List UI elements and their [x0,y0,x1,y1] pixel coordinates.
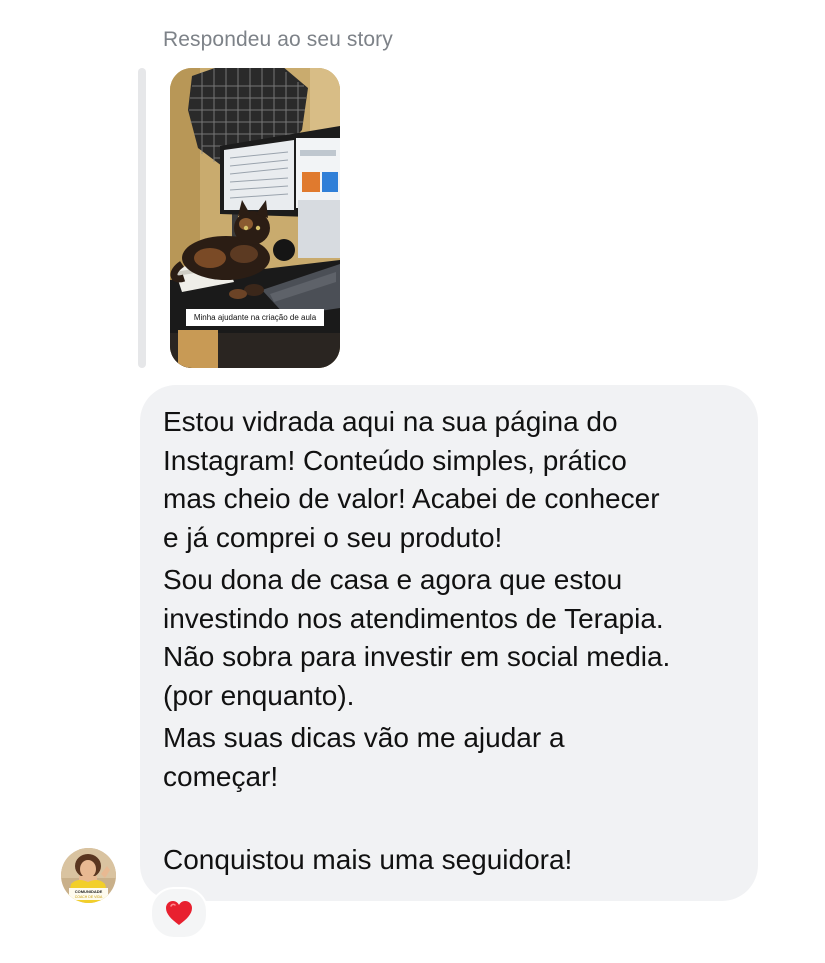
message-line: Não sobra para investir em social media. [163,641,671,672]
message-bubble[interactable]: Estou vidrada aqui na sua página do Inst… [140,385,758,901]
story-thumbnail[interactable]: Minha ajudante na criação de aula [170,68,340,368]
message-line: Estou vidrada aqui na sua página do [163,406,618,437]
message-line: Sou dona de casa e agora que estou [163,564,623,595]
message-line: Instagram! Conteúdo simples, prático [163,444,627,476]
heart-icon [166,901,192,925]
message-line: (por enquanto). [163,679,355,711]
reply-quote-bar [138,68,146,368]
story-reply-header: Respondeu ao seu story [163,28,393,51]
message-line: mas cheio de valor! Acabei de conhecer [163,483,660,514]
message-line: Conquistou mais uma seguidora! [163,844,573,875]
message-line: e já comprei o seu produto! [163,521,503,553]
reaction-badge[interactable] [150,887,208,939]
message-line: Mas suas dicas vão me ajudar a [163,722,565,753]
message-line: começar! [163,760,279,792]
story-caption: Minha ajudante na criação de aula [186,309,324,326]
avatar-text-top: COMUNIDADE [75,889,103,894]
avatar-photo: COMUNIDADE COACH DE VIDA [61,848,116,903]
sender-avatar[interactable]: COMUNIDADE COACH DE VIDA [61,848,116,903]
message-line: investindo nos atendimentos de Terapia. [163,602,664,634]
avatar-text-bottom: COACH DE VIDA [75,895,103,899]
